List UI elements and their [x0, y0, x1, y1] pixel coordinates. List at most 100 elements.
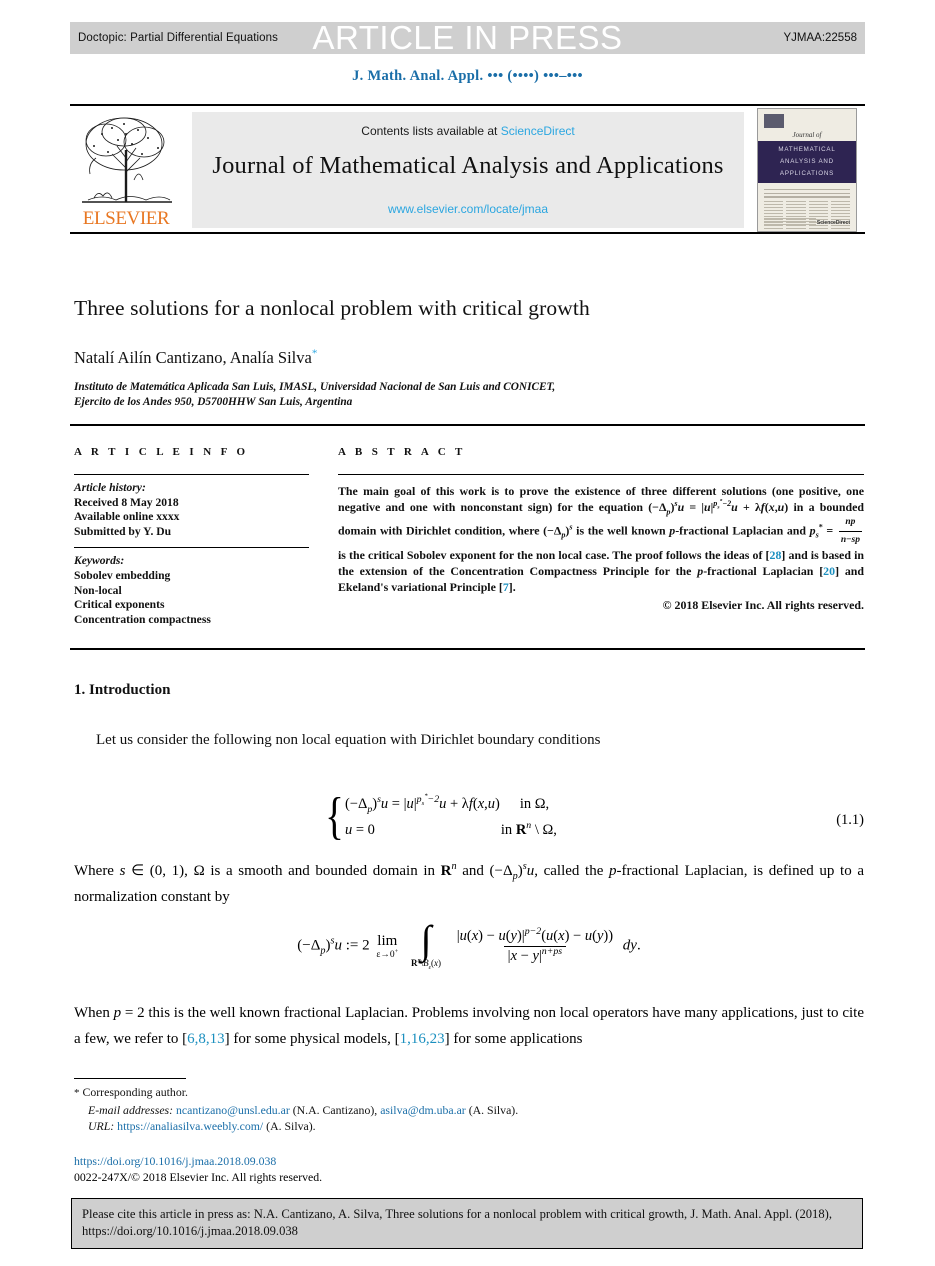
rule-below-abstract — [70, 648, 865, 650]
journal-homepage-link[interactable]: www.elsevier.com/locate/jmaa — [192, 202, 744, 216]
please-cite-box: Please cite this article in press as: N.… — [71, 1198, 863, 1249]
integral-operator: ∫ Rn\Bε(x) — [410, 917, 441, 971]
keyword-item: Critical exponents — [74, 598, 165, 612]
url-owner: (A. Silva). — [266, 1119, 316, 1133]
affiliation-line-2: Ejercito de los Andes 950, D5700HHW San … — [74, 396, 353, 408]
email-link-1[interactable]: ncantizano@unsl.edu.ar — [176, 1103, 290, 1117]
email-2-owner: (A. Silva). — [468, 1102, 519, 1117]
article-history-label: Article history: — [74, 481, 146, 494]
email-label: E-mail addresses: — [88, 1102, 174, 1117]
email-1-owner: (N.A. Cantizano), — [292, 1102, 378, 1117]
limit-subscript: ε→0+ — [376, 947, 399, 960]
left-brace: { — [325, 788, 344, 845]
citation-ref-physical-models[interactable]: 6,8,13 — [187, 1031, 225, 1047]
email-link-2[interactable]: asilva@dm.uba.ar — [380, 1103, 466, 1117]
citation-ref-applications[interactable]: 1,16,23 — [400, 1031, 445, 1047]
differential-dy: dy — [622, 937, 637, 954]
paper-page: Doctopic: Partial Differential Equations… — [0, 0, 935, 1266]
equation-brace-group: { (−Δp)su = |u|ps*−2u + λf(x,u) in Ω, u =… — [322, 790, 557, 844]
keyword-item: Non-local — [74, 583, 122, 597]
article-info-rule-top — [74, 474, 309, 475]
equation-1-1-block: { (−Δp)su = |u|ps*−2u + λf(x,u) in Ω, u =… — [74, 790, 864, 858]
contents-prefix: Contents lists available at — [361, 124, 501, 138]
keyword-item: Sobolev embedding — [74, 568, 171, 582]
intro-paragraph-3: When p = 2 this is the well known fracti… — [74, 1005, 864, 1047]
elsevier-wordmark: ELSEVIER — [82, 208, 170, 229]
abstract-column: A B S T R A C T The main goal of this wo… — [338, 446, 864, 613]
corresponding-author-note: * Corresponding author. — [74, 1084, 864, 1102]
cover-header-lines — [764, 189, 850, 200]
email-addresses-note: E-mail addresses: ncantizano@unsl.edu.ar… — [74, 1102, 864, 1119]
journal-title: Journal of Mathematical Analysis and App… — [212, 152, 724, 179]
copyright-line: © 2018 Elsevier Inc. All rights reserved… — [662, 598, 864, 613]
intro-paragraph-1: Let us consider the following non local … — [96, 732, 601, 748]
integral-sign: ∫ — [420, 917, 432, 962]
page-title: Three solutions for a nonlocal problem w… — [74, 296, 590, 320]
abstract-heading: A B S T R A C T — [338, 446, 466, 458]
affiliation: Instituto de Matemática Aplicada San Lui… — [74, 380, 864, 410]
cover-journal-of: Journal of — [792, 131, 822, 139]
footnote-separator-rule — [74, 1078, 186, 1079]
equation-row-1-domain: in Ω, — [519, 796, 550, 812]
cover-title-line1: MATHEMATICAL — [778, 146, 836, 153]
corresponding-author-text: Corresponding author. — [82, 1085, 188, 1099]
intro-paragraph-2: Where s ∈ (0, 1), Ω is a smooth and boun… — [74, 861, 865, 905]
asterisk-marker: * — [74, 1087, 80, 1099]
cover-title-band: MATHEMATICAL ANALYSIS AND APPLICATIONS — [758, 141, 856, 183]
rule-below-masthead — [70, 232, 865, 234]
contents-available-line: Contents lists available at ScienceDirec… — [192, 124, 744, 138]
fraction-denominator: |x − y|n+ps — [503, 945, 567, 965]
cover-logo-mark — [764, 114, 784, 128]
submitted-by: Submitted by Y. Du — [74, 524, 172, 538]
journal-reference-line: J. Math. Anal. Appl. ••• (••••) •••–••• — [352, 68, 583, 84]
issn-copyright-line: 0022-247X/© 2018 Elsevier Inc. All right… — [74, 1170, 323, 1184]
cover-title-line3: APPLICATIONS — [779, 170, 835, 177]
equation-number: (1.1) — [836, 812, 864, 828]
doi-link[interactable]: https://doi.org/10.1016/j.jmaa.2018.09.0… — [74, 1153, 322, 1169]
journal-cover-thumbnail: Journal of MATHEMATICAL ANALYSIS AND APP… — [757, 108, 857, 232]
article-info-heading: A R T I C L E I N F O — [74, 446, 249, 458]
abstract-rule — [338, 474, 864, 475]
journal-masthead: ELSEVIER Contents lists available at Sci… — [70, 104, 865, 232]
article-info-column: A R T I C L E I N F O Article history: R… — [74, 446, 309, 627]
integrand-fraction: |u(x) − u(y)|p−2(u(x) − u(y)) |x − y|n+p… — [453, 925, 617, 965]
citation-ref[interactable]: 28 — [770, 548, 782, 562]
keywords-block: Keywords: Sobolev embedding Non-local Cr… — [74, 554, 309, 627]
available-online: Available online xxxx — [74, 510, 180, 524]
affiliation-line-1: Instituto de Matemática Aplicada San Lui… — [74, 381, 556, 393]
integral-domain: Rn\Bε(x) — [410, 958, 441, 971]
article-in-press-text: ARTICLE IN PRESS — [312, 19, 623, 56]
article-history-block: Article history: Received 8 May 2018 Ava… — [74, 481, 309, 539]
fraction-numerator: |u(x) − u(y)|p−2(u(x) − u(y)) — [456, 925, 614, 944]
author-list: Natalí Ailín Cantizano, Analía Silva* — [74, 348, 864, 368]
citation-ref[interactable]: 20 — [823, 564, 835, 578]
masthead-center-panel: Contents lists available at ScienceDirec… — [192, 112, 744, 228]
cover-title-line2: ANALYSIS AND — [780, 158, 834, 165]
url-note: URL: https://analiasilva.weebly.com/ (A.… — [74, 1118, 864, 1135]
limit-operator: lim ε→0+ — [376, 932, 399, 960]
fractional-laplacian-definition: (−Δp)su := 2 lim ε→0+ ∫ Rn\Bε(x) |u(x) − u… — [297, 917, 641, 971]
keywords-label: Keywords: — [74, 554, 125, 568]
equation-row-2-domain: in Rn \ Ω, — [500, 820, 557, 838]
sciencedirect-link[interactable]: ScienceDirect — [501, 124, 575, 138]
article-info-rule-mid — [74, 547, 309, 549]
critical-exponent-fraction: np n−sp — [838, 515, 862, 548]
citation-ref[interactable]: 7 — [503, 580, 509, 594]
cover-imprint: ScienceDirect — [816, 220, 850, 226]
doi-block: https://doi.org/10.1016/j.jmaa.2018.09.0… — [74, 1153, 322, 1185]
equation-rows: (−Δp)su = |u|ps*−2u + λf(x,u) in Ω, u = 0… — [345, 791, 557, 843]
abstract-text: The main goal of this work is to prove t… — [338, 484, 865, 594]
section-heading-introduction: 1. Introduction — [74, 682, 171, 698]
corresponding-author-marker[interactable]: * — [312, 348, 318, 360]
equation-row-1: (−Δp)su = |u|ps*−2u + λf(x,u) in Ω, — [345, 791, 557, 817]
keyword-item: Concentration compactness — [74, 612, 211, 626]
article-in-press-banner: Doctopic: Partial Differential Equations… — [70, 19, 865, 56]
author-url-link[interactable]: https://analiasilva.weebly.com/ — [117, 1119, 263, 1133]
footnotes-block: * Corresponding author. E-mail addresses… — [74, 1084, 864, 1135]
url-label: URL: — [88, 1119, 115, 1133]
equation-row-2: u = 0 in Rn \ Ω, — [345, 817, 557, 843]
article-code: YJMAA:22558 — [783, 32, 857, 44]
rule-above-info — [70, 424, 865, 426]
author-names: Natalí Ailín Cantizano, Analía Silva — [74, 348, 312, 367]
received-date: Received 8 May 2018 — [74, 495, 179, 509]
